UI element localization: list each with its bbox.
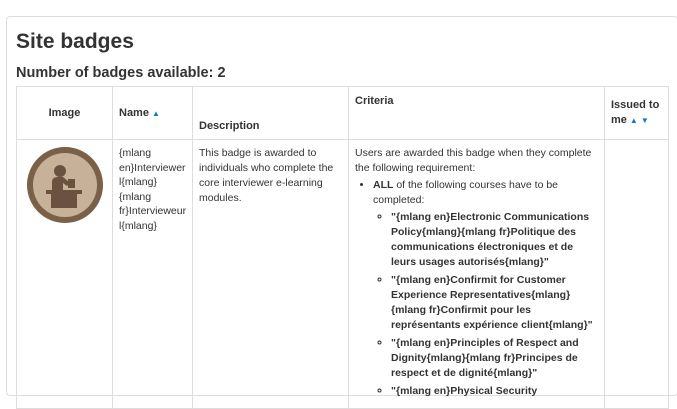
column-header-issued-to-me[interactable]: Issued to me ▲ ▼ bbox=[604, 86, 669, 140]
badge-description: This badge is awarded to individuals who… bbox=[199, 147, 334, 204]
interviewer-badge-icon[interactable] bbox=[26, 146, 104, 224]
badge-name-line[interactable]: fr}Intervieweur bbox=[119, 204, 186, 219]
criteria-list: ALL of the following courses have to be … bbox=[355, 178, 598, 399]
criteria-header-label: Criteria bbox=[355, 95, 394, 107]
badge-name-line[interactable]: l{mlang} bbox=[119, 175, 186, 190]
image-header-label: Image bbox=[48, 107, 81, 119]
badge-name-cell[interactable]: {mlang en}Interviewer l{mlang} {mlang fr… bbox=[112, 139, 193, 409]
course-item: "{mlang en}Confirmit for Customer Experi… bbox=[391, 273, 598, 333]
table-row: {mlang en}Interviewer l{mlang} {mlang fr… bbox=[16, 139, 669, 409]
issued-header-label-line2[interactable]: me bbox=[611, 114, 627, 126]
badge-count: Number of badges available: 2 bbox=[16, 65, 226, 81]
course-item: "{mlang en}Physical Security bbox=[391, 384, 598, 399]
course-item: "{mlang en}Electronic Communications Pol… bbox=[391, 210, 598, 270]
column-header-description: Description bbox=[192, 86, 349, 140]
criteria-all-text: of the following courses have to be comp… bbox=[373, 179, 559, 206]
column-header-image: Image bbox=[16, 86, 113, 140]
badge-name-line[interactable]: en}Interviewer bbox=[119, 161, 186, 176]
badge-name-line[interactable]: {mlang bbox=[119, 146, 186, 161]
page-title: Site badges bbox=[16, 30, 134, 53]
sort-ascending-icon[interactable]: ▲ bbox=[630, 116, 638, 125]
criteria-intro: Users are awarded this badge when they c… bbox=[355, 147, 592, 174]
badge-name-line[interactable]: {mlang bbox=[119, 190, 186, 205]
badges-table: Image Name ▲ Description Criteria Issued … bbox=[16, 86, 669, 409]
badge-image-cell bbox=[16, 139, 113, 409]
course-item: "{mlang en}Principles of Respect and Dig… bbox=[391, 336, 598, 381]
criteria-all-keyword: ALL bbox=[373, 179, 394, 191]
badge-name-line[interactable]: l{mlang} bbox=[119, 219, 186, 234]
column-header-name[interactable]: Name ▲ bbox=[112, 86, 193, 140]
table-header-row: Image Name ▲ Description Criteria Issued … bbox=[16, 86, 669, 140]
badge-criteria-cell: Users are awarded this badge when they c… bbox=[348, 139, 605, 409]
sort-ascending-icon[interactable]: ▲ bbox=[152, 109, 160, 118]
issued-header-label-line1[interactable]: Issued to bbox=[611, 99, 659, 111]
course-list: "{mlang en}Electronic Communications Pol… bbox=[373, 210, 598, 399]
name-header-label[interactable]: Name bbox=[119, 107, 149, 119]
badge-issued-cell bbox=[604, 139, 669, 409]
criteria-item: ALL of the following courses have to be … bbox=[373, 178, 598, 399]
sort-descending-icon[interactable]: ▼ bbox=[641, 116, 649, 125]
badge-description-cell: This badge is awarded to individuals who… bbox=[192, 139, 349, 409]
description-header-label: Description bbox=[199, 120, 260, 132]
column-header-criteria: Criteria bbox=[348, 86, 605, 140]
